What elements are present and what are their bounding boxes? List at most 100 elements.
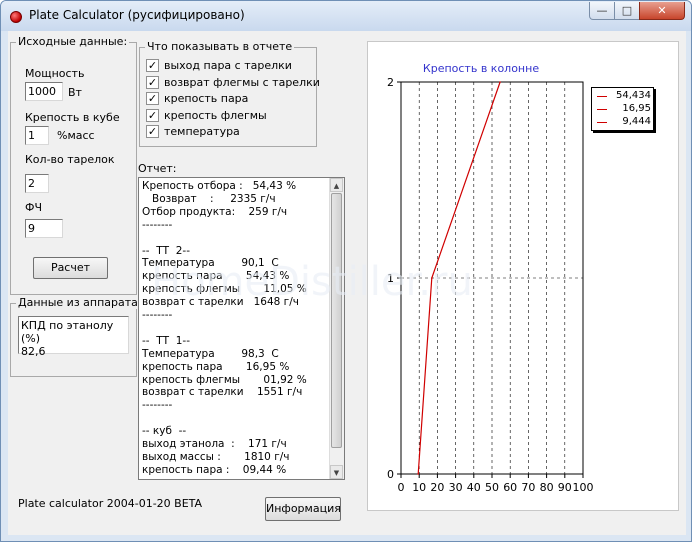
report-option-0[interactable]: ✓ выход пара с тарелки xyxy=(146,59,316,75)
report-option-label: крепость пара xyxy=(164,92,249,105)
plates-input[interactable]: 2 xyxy=(25,174,49,193)
report-line: Возврат : 2335 г/ч xyxy=(142,192,276,205)
x-tick-label: 20 xyxy=(430,481,444,494)
report-line: -------- xyxy=(142,218,173,231)
x-tick-label: 100 xyxy=(573,481,594,494)
fch-label: ФЧ xyxy=(25,201,43,214)
checkbox-icon[interactable]: ✓ xyxy=(146,75,159,89)
series-point xyxy=(417,473,419,475)
x-tick-label: 50 xyxy=(485,481,499,494)
series-point xyxy=(499,81,501,83)
series-point xyxy=(431,277,433,279)
report-line: Температура 90,1 С xyxy=(142,257,279,270)
report-line: крепость пара : 09,44 % xyxy=(142,463,287,476)
x-tick-label: 10 xyxy=(412,481,426,494)
report-line: возврат с тарелки 1551 г/ч xyxy=(142,386,303,399)
plates-label: Кол-во тарелок xyxy=(25,153,115,166)
report-options-groupbox: Что показывать в отчете ✓ выход пара с та… xyxy=(139,40,320,147)
power-label: Мощность xyxy=(25,67,85,80)
x-tick-label: 90 xyxy=(558,481,572,494)
version-text: Plate calculator 2004-01-20 BETA xyxy=(18,497,203,510)
report-options-title: Что показывать в отчете xyxy=(145,40,295,53)
report-option-label: крепость флегмы xyxy=(164,108,267,122)
window-title: Plate Calculator (русифицировано) xyxy=(29,8,245,22)
legend-entry: 16,95 xyxy=(595,103,653,116)
input-groupbox: Исходные данные: Мощность 1000 Вт Крепос… xyxy=(10,35,137,295)
cube-strength-label: Крепость в кубе xyxy=(25,111,120,124)
report-line: крепость пара 54,43 % xyxy=(142,270,290,283)
report-line: крепость флегмы 01,92 % xyxy=(142,373,307,386)
app-window: Plate Calculator (русифицировано) — □ ✕ … xyxy=(0,0,692,542)
report-line: Температура 98,3 С xyxy=(142,347,279,360)
report-line: Отбор продукта: 259 г/ч xyxy=(142,205,288,218)
report-option-label: возврат флегмы с тарелки xyxy=(164,75,320,89)
report-line: -- ТТ 1-- xyxy=(142,334,191,347)
power-unit: Вт xyxy=(68,86,82,99)
x-tick-label: 0 xyxy=(398,481,405,494)
report-line: -- ТТ 2-- xyxy=(142,244,191,257)
report-line: крепость флегмы 11,05 % xyxy=(142,283,307,296)
device-data-groupbox: Данные из аппарата КПД по этанолу (%) 82… xyxy=(10,296,140,377)
legend-line-swatch xyxy=(597,96,607,97)
report-option-4[interactable]: ✓ температура xyxy=(146,125,316,141)
report-line: возврат с тарелки 1648 г/ч xyxy=(142,296,299,309)
efficiency-field[interactable]: КПД по этанолу (%) 82,6 xyxy=(18,316,129,358)
report-textarea[interactable]: Крепость отбора : 54,43 % Возврат : 2335… xyxy=(138,177,345,480)
legend-entry: 54,434 xyxy=(595,90,653,103)
maximize-button[interactable]: □ xyxy=(614,2,640,20)
report-line: выход этанола : 171 г/ч xyxy=(142,438,287,450)
info-button[interactable]: Информация xyxy=(265,497,341,521)
report-line: Крепость отбора : 54,43 % xyxy=(142,180,297,192)
power-input[interactable]: 1000 xyxy=(25,82,63,101)
report-label: Отчет: xyxy=(138,162,177,175)
report-option-label: выход пара с тарелки xyxy=(164,59,292,72)
y-tick-label: 2 xyxy=(387,76,394,89)
x-tick-label: 30 xyxy=(449,481,463,494)
device-group-title: Данные из аппарата xyxy=(16,296,140,309)
checkbox-icon[interactable]: ✓ xyxy=(146,108,159,122)
y-tick-label: 1 xyxy=(387,272,394,285)
x-tick-label: 40 xyxy=(467,481,481,494)
x-tick-label: 60 xyxy=(503,481,517,494)
app-icon xyxy=(10,11,22,23)
legend-line-swatch xyxy=(597,122,607,123)
input-group-title: Исходные данные: xyxy=(16,35,130,48)
report-option-1[interactable]: ✓ возврат флегмы с тарелки xyxy=(146,75,320,92)
legend-value: 9,444 xyxy=(622,116,651,127)
legend-entry: 9,444 xyxy=(595,116,653,129)
legend-line-swatch xyxy=(597,109,607,110)
report-option-label: температура xyxy=(164,125,240,138)
report-options-list: ✓ выход пара с тарелки ✓ возврат флегмы с т… xyxy=(146,59,320,144)
efficiency-label: КПД по этанолу (%) xyxy=(21,319,114,345)
scroll-up-arrow-icon[interactable]: ▲ xyxy=(330,178,343,192)
cube-strength-unit: %масс xyxy=(57,129,95,142)
x-tick-label: 70 xyxy=(521,481,535,494)
calculate-button[interactable]: Расчет xyxy=(33,257,108,279)
title-bar[interactable]: Plate Calculator (русифицировано) — □ ✕ xyxy=(1,1,691,31)
minimize-button[interactable]: — xyxy=(589,2,615,20)
report-line: крепость пара 16,95 % xyxy=(142,360,290,373)
scroll-down-arrow-icon[interactable]: ▼ xyxy=(330,465,343,479)
cube-strength-input[interactable]: 1 xyxy=(25,126,49,145)
report-option-3[interactable]: ✓ крепость флегмы xyxy=(146,108,316,125)
x-tick-label: 80 xyxy=(540,481,554,494)
chart-title: Крепость в колонне xyxy=(423,62,539,75)
report-line: -------- xyxy=(142,309,173,321)
chart-legend: 54,434 16,95 9,444 xyxy=(591,87,654,131)
report-line: -------- xyxy=(142,399,173,412)
report-line: -- куб -- xyxy=(142,425,187,438)
y-tick-label: 0 xyxy=(387,468,394,481)
report-line: выход массы : 1810 г/ч xyxy=(142,450,290,463)
scroll-thumb[interactable] xyxy=(331,193,342,448)
report-option-2[interactable]: ✓ крепость пара xyxy=(146,92,316,108)
checkbox-icon[interactable]: ✓ xyxy=(146,59,159,72)
checkbox-icon[interactable]: ✓ xyxy=(146,125,159,138)
client-area: Исходные данные: Мощность 1000 Вт Крепос… xyxy=(8,31,686,535)
checkbox-icon[interactable]: ✓ xyxy=(146,92,159,105)
report-scrollbar[interactable]: ▲ ▼ xyxy=(329,178,344,479)
fch-input[interactable]: 9 xyxy=(25,219,63,238)
efficiency-value: 82,6 xyxy=(21,345,46,358)
close-button[interactable]: ✕ xyxy=(639,2,685,20)
legend-value: 54,434 xyxy=(616,90,651,101)
legend-value: 16,95 xyxy=(622,103,651,114)
